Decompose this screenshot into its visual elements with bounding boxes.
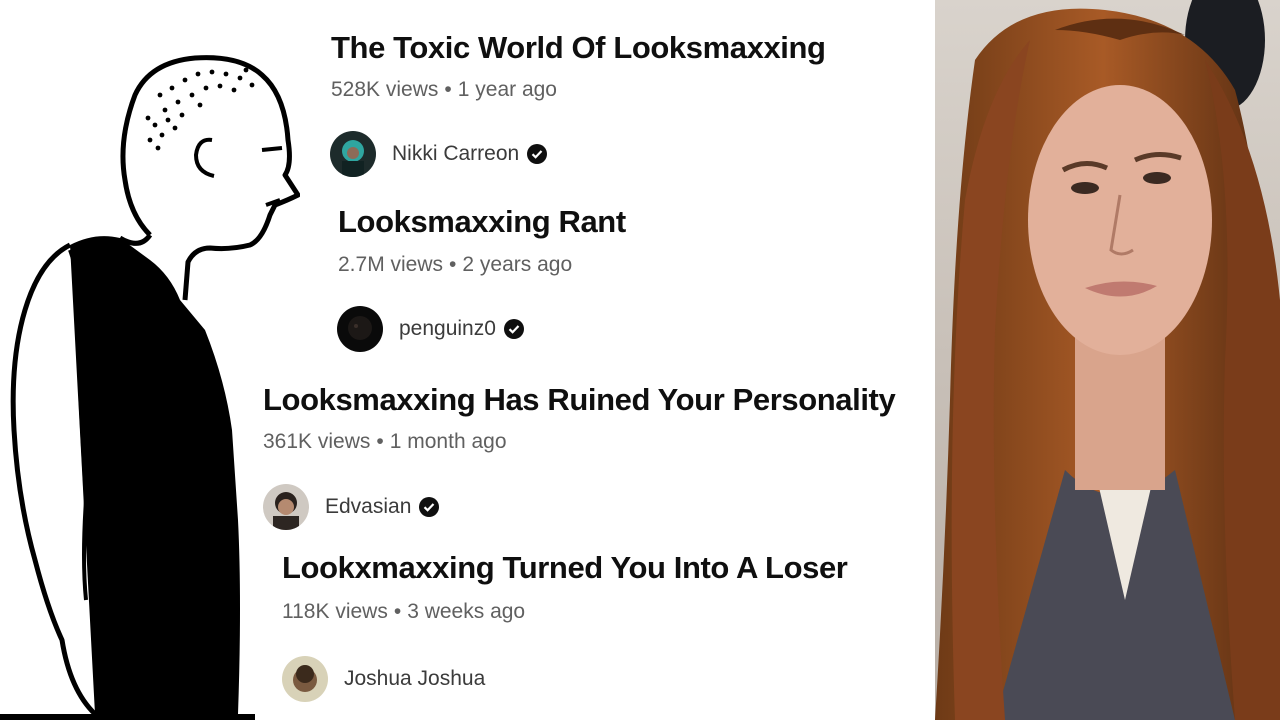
channel-name[interactable]: Nikki Carreon [392, 142, 519, 166]
channel-avatar[interactable] [337, 306, 383, 352]
video-meta: 2.7M views • 2 years ago [338, 253, 572, 277]
divider-line [0, 714, 255, 720]
upload-age: 2 years ago [462, 253, 573, 276]
channel-row[interactable]: Joshua Joshua [282, 656, 485, 702]
video-meta: 118K views • 3 weeks ago [282, 600, 525, 624]
portrait-photo [935, 0, 1280, 720]
video-title[interactable]: Looksmaxxing Has Ruined Your Personality [263, 382, 896, 418]
video-title[interactable]: Lookxmaxxing Turned You Into A Loser [282, 550, 848, 586]
wojak-illustration [0, 0, 301, 720]
separator-dot: • [393, 600, 402, 623]
verified-check-icon [527, 144, 548, 164]
channel-avatar[interactable] [330, 131, 376, 177]
video-title[interactable]: Looksmaxxing Rant [338, 204, 626, 240]
separator-dot: • [376, 430, 384, 453]
channel-avatar[interactable] [263, 484, 309, 530]
upload-age: 1 year ago [457, 78, 557, 101]
channel-row[interactable]: Edvasian [263, 484, 440, 530]
channel-name[interactable]: Edvasian [325, 495, 411, 519]
video-meta: 528K views • 1 year ago [331, 78, 557, 102]
separator-dot: • [449, 253, 457, 276]
channel-name[interactable]: penguinz0 [399, 317, 496, 341]
view-count: 118K views [282, 600, 388, 623]
upload-age: 1 month ago [389, 430, 507, 453]
view-count: 528K views [331, 78, 439, 101]
video-meta: 361K views • 1 month ago [263, 430, 507, 454]
verified-check-icon [419, 497, 440, 517]
channel-row[interactable]: penguinz0 [337, 306, 524, 352]
channel-avatar[interactable] [282, 656, 328, 702]
view-count: 2.7M views [338, 253, 444, 276]
video-title[interactable]: The Toxic World Of Looksmaxxing [331, 30, 826, 66]
upload-age: 3 weeks ago [407, 600, 526, 623]
verified-check-icon [503, 319, 524, 339]
separator-dot: • [444, 78, 452, 101]
view-count: 361K views [263, 430, 371, 453]
channel-name[interactable]: Joshua Joshua [344, 667, 485, 691]
channel-row[interactable]: Nikki Carreon [330, 131, 548, 177]
